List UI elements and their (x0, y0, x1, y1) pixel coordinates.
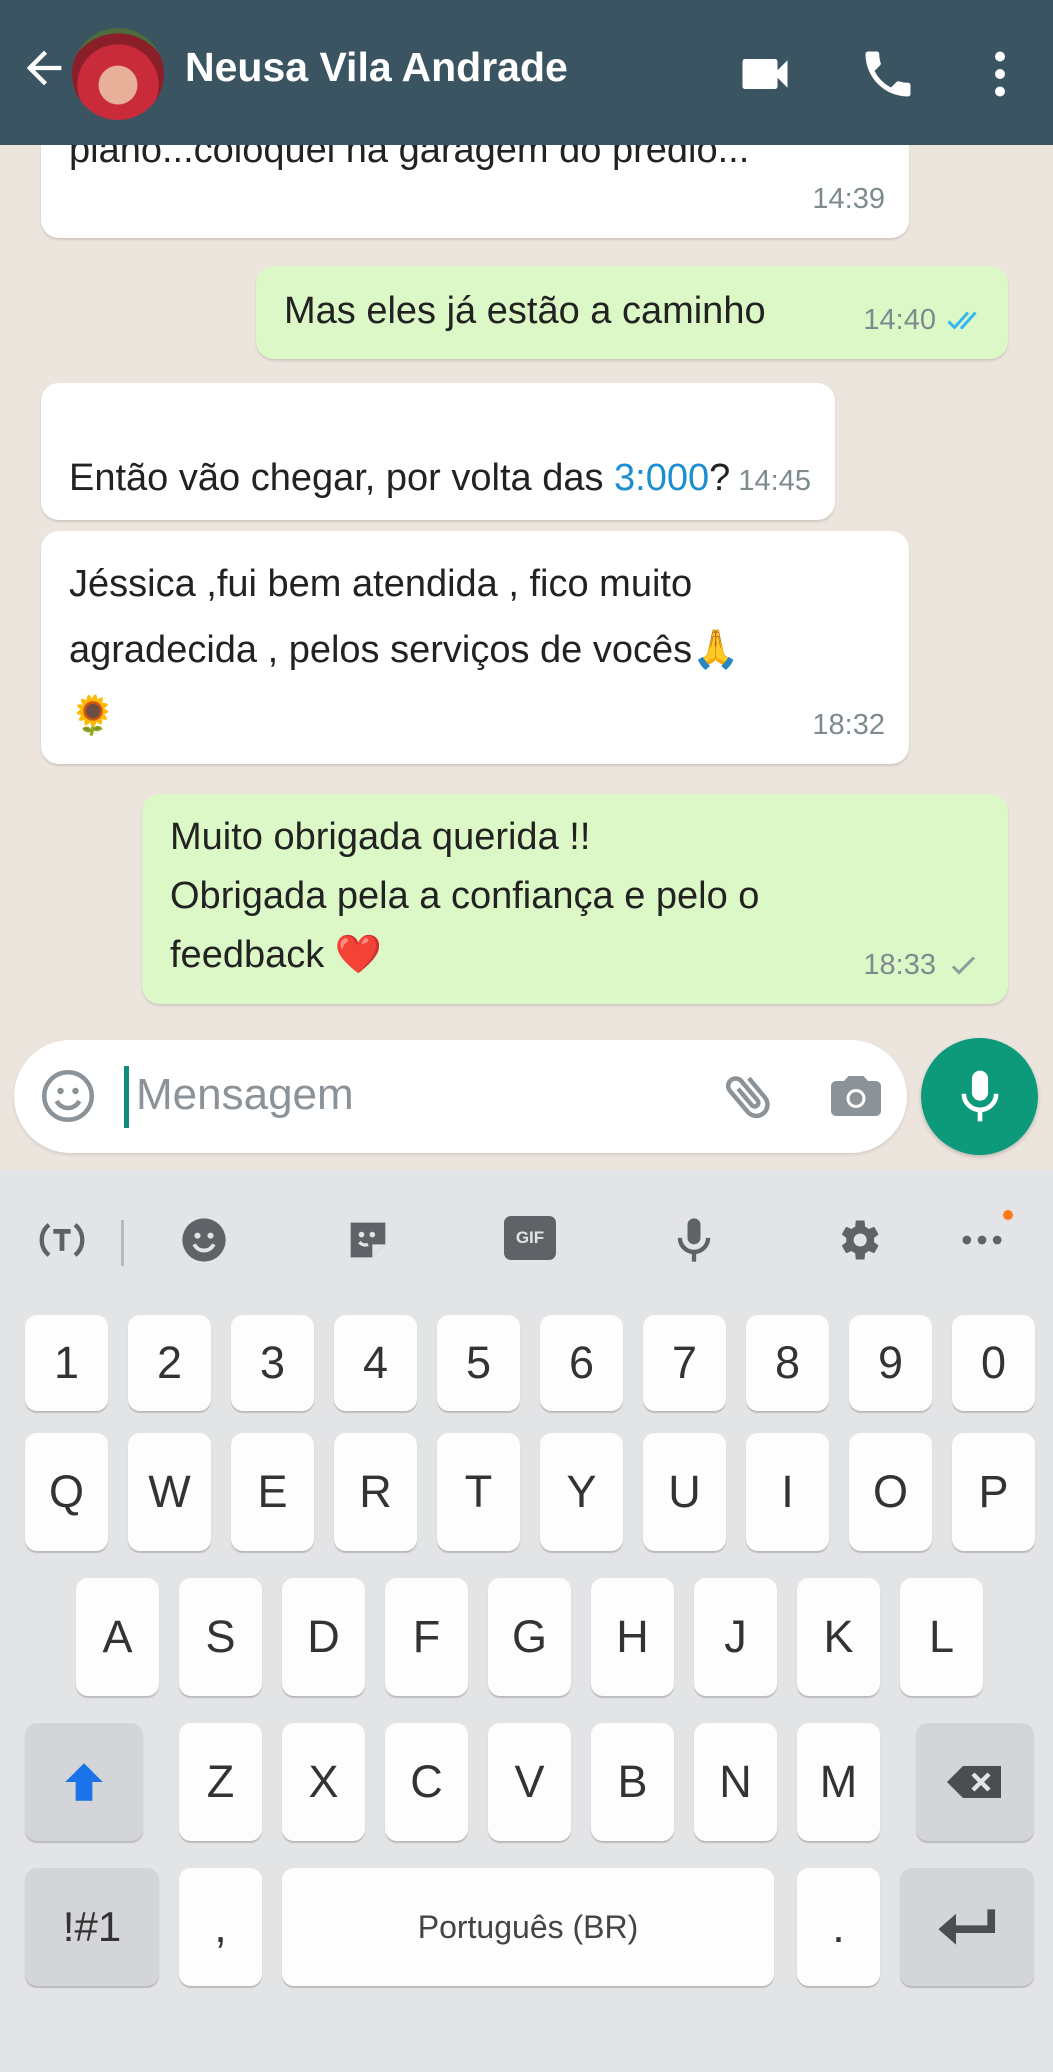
key-z[interactable]: Z (179, 1723, 262, 1841)
enter-key[interactable] (900, 1868, 1034, 1986)
message-composer[interactable]: Mensagem (14, 1040, 907, 1153)
message-time: 18:32 (812, 709, 885, 741)
key-0[interactable]: 0 (952, 1315, 1035, 1411)
message-time: 18:33 (863, 949, 936, 981)
message-text: Mas eles já estão a caminho (284, 290, 766, 332)
message-text: Muito obrigada querida !! Obrigada pela … (170, 816, 760, 976)
contact-name[interactable]: Neusa Vila Andrade (185, 44, 568, 91)
shift-arrow-icon (65, 1763, 103, 1801)
attach-icon[interactable] (719, 1066, 779, 1126)
key-m[interactable]: M (797, 1723, 880, 1841)
message-text: Jéssica ,fui bem atendida , fico muito a… (69, 563, 740, 737)
camera-icon[interactable] (826, 1066, 886, 1126)
keyboard-toolbar: GIF (0, 1170, 1053, 1310)
message-time: 14:45 (738, 465, 811, 497)
comma-key[interactable]: , (179, 1868, 262, 1986)
key-9[interactable]: 9 (849, 1315, 932, 1411)
text-toggle-icon[interactable] (36, 1214, 88, 1266)
emoji-icon[interactable] (38, 1066, 98, 1126)
key-1[interactable]: 1 (25, 1315, 108, 1411)
message-time: 14:39 (812, 183, 885, 215)
key-w[interactable]: W (128, 1433, 211, 1551)
message-bubble-incoming[interactable]: Jéssica ,fui bem atendida , fico muito a… (41, 531, 909, 764)
key-j[interactable]: J (694, 1578, 777, 1696)
key-6[interactable]: 6 (540, 1315, 623, 1411)
key-u[interactable]: U (643, 1433, 726, 1551)
message-link[interactable]: 3:000 (614, 457, 709, 499)
backspace-icon (947, 1766, 1001, 1798)
key-s[interactable]: S (179, 1578, 262, 1696)
sticker-icon[interactable] (342, 1214, 394, 1266)
key-a[interactable]: A (76, 1578, 159, 1696)
message-text: piano...coloquei na garagem do prédio... (69, 145, 750, 171)
key-q[interactable]: Q (25, 1433, 108, 1551)
voice-message-button[interactable] (921, 1038, 1038, 1155)
message-input[interactable]: Mensagem (136, 1070, 354, 1120)
back-arrow-icon[interactable] (18, 42, 70, 94)
key-l[interactable]: L (900, 1578, 983, 1696)
voice-icon[interactable] (668, 1214, 720, 1266)
key-e[interactable]: E (231, 1433, 314, 1551)
key-8[interactable]: 8 (746, 1315, 829, 1411)
key-p[interactable]: P (952, 1433, 1035, 1551)
key-5[interactable]: 5 (437, 1315, 520, 1411)
key-r[interactable]: R (334, 1433, 417, 1551)
key-3[interactable]: 3 (231, 1315, 314, 1411)
message-bubble-incoming[interactable]: Então vão chegar, por volta das 3:000? 1… (41, 383, 835, 520)
key-n[interactable]: N (694, 1723, 777, 1841)
chat-header: Neusa Vila Andrade (0, 0, 1053, 145)
message-bubble-outgoing[interactable]: Mas eles já estão a caminho 14:40 (256, 266, 1008, 359)
text-cursor (124, 1066, 129, 1128)
key-h[interactable]: H (591, 1578, 674, 1696)
key-2[interactable]: 2 (128, 1315, 211, 1411)
video-call-icon[interactable] (735, 44, 795, 104)
soft-keyboard[interactable]: GIF 1 2 3 4 5 6 7 8 9 0 Q W E R T Y U I … (0, 1170, 1053, 2072)
message-text: ? (709, 457, 731, 499)
emoji-icon[interactable] (178, 1214, 230, 1266)
double-check-read-icon (947, 311, 977, 330)
key-c[interactable]: C (385, 1723, 468, 1841)
key-b[interactable]: B (591, 1723, 674, 1841)
key-d[interactable]: D (282, 1578, 365, 1696)
message-bubble-incoming[interactable]: piano...coloquei na garagem do prédio...… (41, 145, 909, 238)
backspace-key[interactable] (916, 1723, 1034, 1841)
key-7[interactable]: 7 (643, 1315, 726, 1411)
message-bubble-outgoing[interactable]: Muito obrigada querida !! Obrigada pela … (142, 794, 1008, 1004)
avatar[interactable] (72, 28, 164, 120)
key-y[interactable]: Y (540, 1433, 623, 1551)
shift-key[interactable] (25, 1723, 143, 1841)
gif-icon[interactable]: GIF (504, 1216, 556, 1260)
notification-dot (1003, 1210, 1013, 1220)
key-f[interactable]: F (385, 1578, 468, 1696)
key-t[interactable]: T (437, 1433, 520, 1551)
microphone-icon (961, 1070, 999, 1122)
key-k[interactable]: K (797, 1578, 880, 1696)
message-text: Então vão chegar, por volta das (69, 457, 615, 499)
period-key[interactable]: . (797, 1868, 880, 1986)
key-4[interactable]: 4 (334, 1315, 417, 1411)
message-time: 14:40 (863, 304, 936, 336)
more-icon[interactable] (956, 1214, 1008, 1266)
enter-icon (938, 1909, 996, 1945)
key-x[interactable]: X (282, 1723, 365, 1841)
key-g[interactable]: G (488, 1578, 571, 1696)
key-o[interactable]: O (849, 1433, 932, 1551)
key-i[interactable]: I (746, 1433, 829, 1551)
toolbar-divider (121, 1220, 124, 1266)
chat-area[interactable]: piano...coloquei na garagem do prédio...… (0, 145, 1053, 1170)
space-key[interactable]: Português (BR) (282, 1868, 774, 1986)
single-check-sent-icon (951, 956, 976, 975)
key-v[interactable]: V (488, 1723, 571, 1841)
more-vertical-icon[interactable] (970, 44, 1030, 104)
symbols-key[interactable]: !#1 (25, 1868, 159, 1986)
settings-icon[interactable] (832, 1214, 884, 1266)
phone-icon[interactable] (858, 44, 918, 104)
